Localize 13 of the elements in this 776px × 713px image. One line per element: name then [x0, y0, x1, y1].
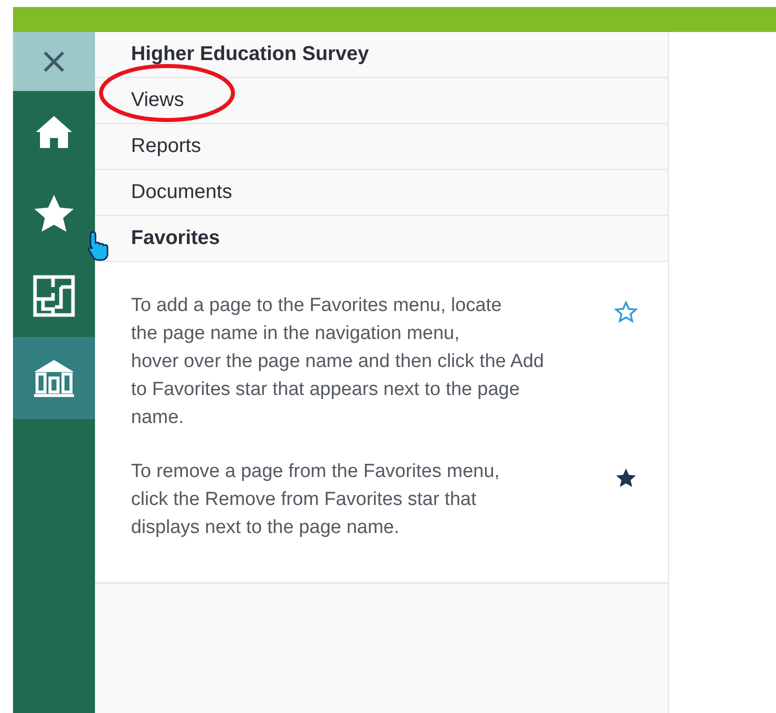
- floorplan-icon: [33, 275, 75, 317]
- help-text: To add a page to the Favorites menu, locate the page name in the navigation menu, hover over the page name and then click the Add to Favorites star that appears next to the page name.: [131, 294, 545, 430]
- star-outline-icon: [614, 300, 638, 324]
- close-button[interactable]: ×: [13, 32, 95, 91]
- menu-item[interactable]: Views: [95, 78, 668, 124]
- rail-button[interactable]: [13, 337, 95, 419]
- menu-heading: Higher Education Survey: [95, 32, 668, 78]
- help-text: To remove a page from the Favorites menu, click the Remove from Favorites star that displays next to the page name.: [131, 460, 501, 540]
- pointer-cursor-icon: [87, 230, 111, 262]
- building-icon: [32, 358, 76, 398]
- home-icon: [34, 114, 74, 150]
- menu-item[interactable]: Reports: [95, 124, 668, 170]
- menu-item[interactable]: Documents: [95, 170, 668, 216]
